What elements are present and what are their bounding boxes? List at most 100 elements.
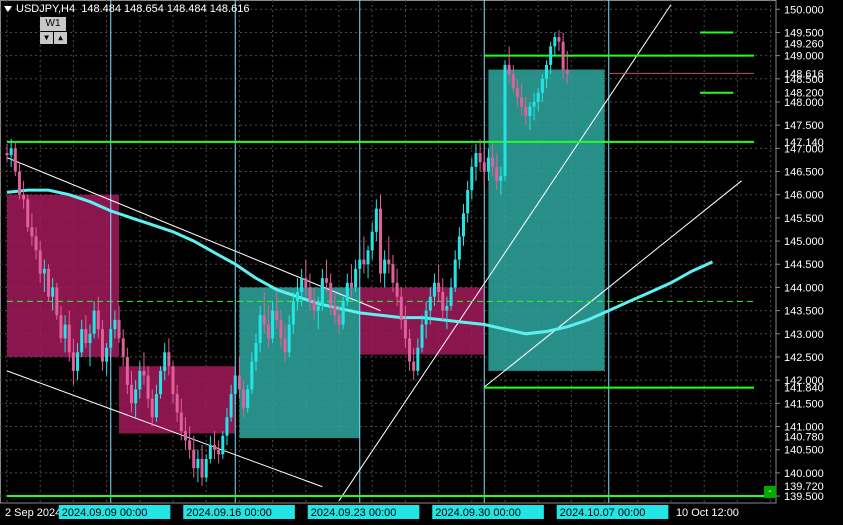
candle-body: [262, 315, 266, 325]
candle-body: [159, 370, 163, 395]
candle-body: [9, 148, 13, 156]
candle-body: [163, 352, 167, 371]
candle-body: [349, 282, 353, 288]
candle-body: [528, 106, 532, 116]
candle-body: [134, 389, 138, 404]
y-tick-label: 144.500: [784, 259, 824, 271]
candle-body: [121, 338, 125, 357]
candle-body: [296, 292, 299, 302]
candle-body: [379, 208, 382, 274]
x-tick-label: 10 Oct 12:00: [676, 507, 739, 519]
candle-body: [84, 329, 88, 344]
candle-body: [515, 88, 519, 98]
candle-body: [213, 445, 216, 450]
candle-body: [540, 78, 544, 93]
candle-body: [175, 394, 179, 413]
candle-body: [482, 162, 486, 172]
x-tick-label: 2024.09.23 00:00: [311, 507, 397, 519]
candle-body: [125, 356, 129, 385]
candle-body: [258, 315, 262, 344]
candle-body: [403, 319, 407, 339]
y-tick-label: 143.500: [784, 306, 824, 318]
candle-body: [42, 268, 46, 274]
minimize-button[interactable]: -: [764, 486, 776, 498]
y-tick-label: 147.500: [784, 120, 824, 132]
candle-body: [51, 287, 55, 297]
candle-body: [217, 449, 221, 455]
candle-body: [183, 431, 187, 441]
candle-body: [341, 301, 345, 325]
candle-body: [142, 370, 146, 376]
y-tick-label: 145.500: [784, 213, 824, 225]
candle-body: [300, 278, 304, 293]
candle-body: [208, 445, 212, 459]
candle-body: [441, 292, 445, 311]
candle-body: [171, 366, 175, 395]
x-tick-label: 2024.09.16 00:00: [186, 507, 272, 519]
candle-body: [275, 310, 279, 320]
symbol-label: USDJPY,H4: [16, 3, 76, 15]
candle-body: [109, 329, 113, 348]
candle-body: [117, 319, 121, 339]
candle-body: [237, 375, 241, 390]
candle-body: [291, 301, 295, 325]
candle-body: [549, 46, 553, 65]
price-chart[interactable]: 150.000149.500149.000148.500148.000147.5…: [0, 0, 843, 525]
candle-body: [229, 394, 233, 418]
price-label: 140.780: [784, 432, 824, 444]
candle-body: [329, 282, 333, 306]
candle-body: [287, 324, 291, 353]
y-tick-label: 143.000: [784, 329, 824, 341]
candle-body: [130, 384, 133, 404]
candle-body: [391, 264, 395, 283]
candle-body: [408, 338, 412, 362]
candle-body: [17, 171, 21, 195]
candle-body: [354, 268, 358, 288]
candle-body: [478, 152, 482, 163]
candle-body: [325, 278, 329, 283]
candle-body: [88, 333, 92, 344]
symbol-header: USDJPY,H4 148.484 148.654 148.484 148.61…: [4, 3, 249, 15]
candle-body: [495, 166, 499, 181]
candle-body: [59, 315, 63, 339]
candle-body: [283, 338, 287, 353]
dropdown-triangle-icon[interactable]: [4, 6, 12, 13]
candle-body: [503, 64, 507, 177]
candle-body: [358, 259, 362, 269]
candle-body: [150, 398, 154, 418]
candle-body: [466, 190, 470, 214]
candle-body: [320, 278, 324, 306]
candle-body: [462, 213, 465, 237]
candle-body: [5, 152, 9, 156]
candle-body: [395, 282, 399, 297]
candle-body: [154, 394, 158, 418]
candle-body: [188, 440, 192, 450]
candle-body: [67, 324, 71, 353]
candle-body: [271, 310, 275, 339]
candle-body: [71, 352, 75, 371]
candle-body: [561, 41, 565, 70]
x-tick-label: 2 Sep 2024: [5, 507, 61, 519]
candle-body: [524, 106, 528, 116]
candle-body: [445, 305, 449, 311]
price-label: 139.720: [784, 481, 824, 493]
candle-body: [449, 287, 453, 306]
price-label: 147.140: [784, 137, 824, 149]
candle-body: [92, 310, 96, 334]
timeframe-down-button[interactable]: ▼: [40, 32, 53, 44]
candle-body: [565, 69, 569, 74]
candle-body: [337, 315, 341, 325]
candle-body: [22, 194, 26, 200]
candle-body: [499, 176, 503, 181]
candle-body: [55, 287, 59, 316]
timeframe-up-button[interactable]: ▲: [54, 32, 67, 44]
ohlc-values: 148.484 148.654 148.484 148.616: [81, 3, 250, 15]
y-tick-label: 142.500: [784, 352, 824, 364]
chart-window: 150.000 149.500 149.000 148.500 148.000 147.5…: [0, 0, 843, 525]
candle-body: [38, 250, 42, 274]
candle-body: [520, 97, 524, 107]
candle-body: [474, 152, 478, 167]
x-tick-label: 2024.10.07 00:00: [560, 507, 646, 519]
candle-body: [486, 157, 490, 172]
candle-body: [192, 449, 196, 469]
